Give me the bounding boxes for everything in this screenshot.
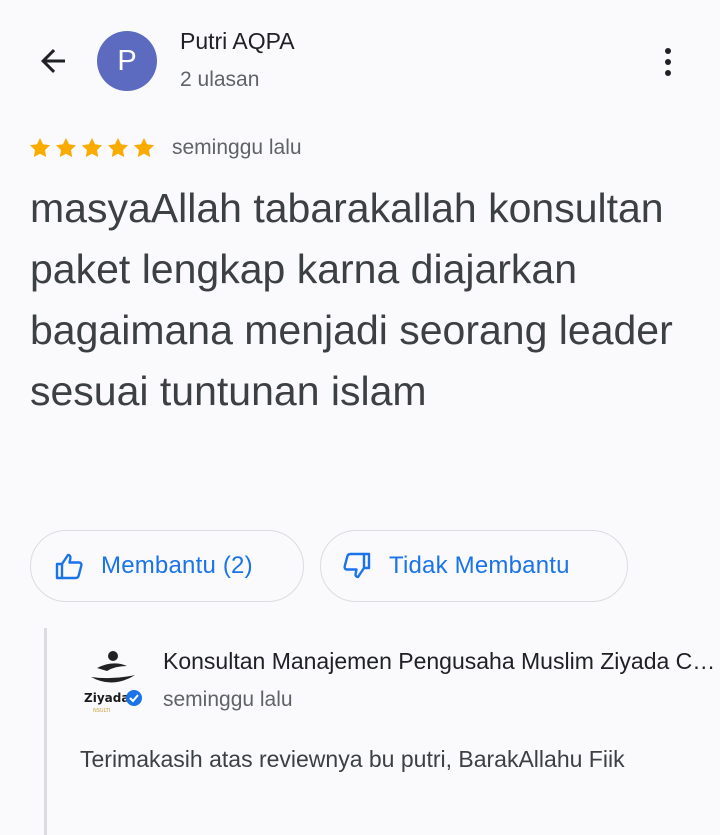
more-options-button[interactable]: [650, 40, 686, 84]
owner-name[interactable]: Konsultan Manajemen Pengusaha Muslim Ziy…: [163, 648, 720, 675]
owner-response-date: seminggu lalu: [163, 688, 293, 711]
not-helpful-button[interactable]: Tidak Membantu: [320, 530, 628, 602]
top-bar: P Putri AQPA 2 ulasan: [0, 0, 720, 120]
logo-wordmark: Ziyada: [84, 691, 129, 705]
owner-response-text: Terimakasih atas reviewnya bu putri, Bar…: [80, 746, 625, 772]
star-icon: [30, 138, 50, 158]
star-icon: [134, 138, 154, 158]
star-icon: [56, 138, 76, 158]
star-icon: [108, 138, 128, 158]
not-helpful-label: Tidak Membantu: [389, 552, 570, 579]
star-icon: [82, 138, 102, 158]
star-rating: [28, 136, 156, 160]
more-vert-icon: [665, 48, 671, 76]
review-date: seminggu lalu: [172, 136, 302, 159]
helpful-button[interactable]: Membantu (2): [30, 530, 304, 602]
owner-response: Ziyada NSULTI Konsultan Manajemen Pengus…: [44, 628, 720, 835]
reviewer-review-count: 2 ulasan: [180, 68, 260, 91]
thumb-down-icon: [343, 552, 371, 579]
review-text: masyaAllah tabarakallah konsultan paket …: [30, 185, 673, 414]
ziyada-logo-icon: Ziyada NSULTI: [84, 651, 142, 714]
owner-logo[interactable]: Ziyada NSULTI: [83, 646, 143, 718]
arrow-back-icon: [41, 49, 65, 73]
avatar[interactable]: P: [97, 31, 157, 91]
helpful-label: Membantu (2): [101, 552, 253, 579]
reviewer-name[interactable]: Putri AQPA: [180, 28, 295, 55]
thumb-up-icon: [55, 553, 83, 580]
rating-row: seminggu lalu: [28, 132, 302, 164]
back-button[interactable]: [30, 38, 76, 84]
svg-text:NSULTI: NSULTI: [93, 708, 110, 714]
